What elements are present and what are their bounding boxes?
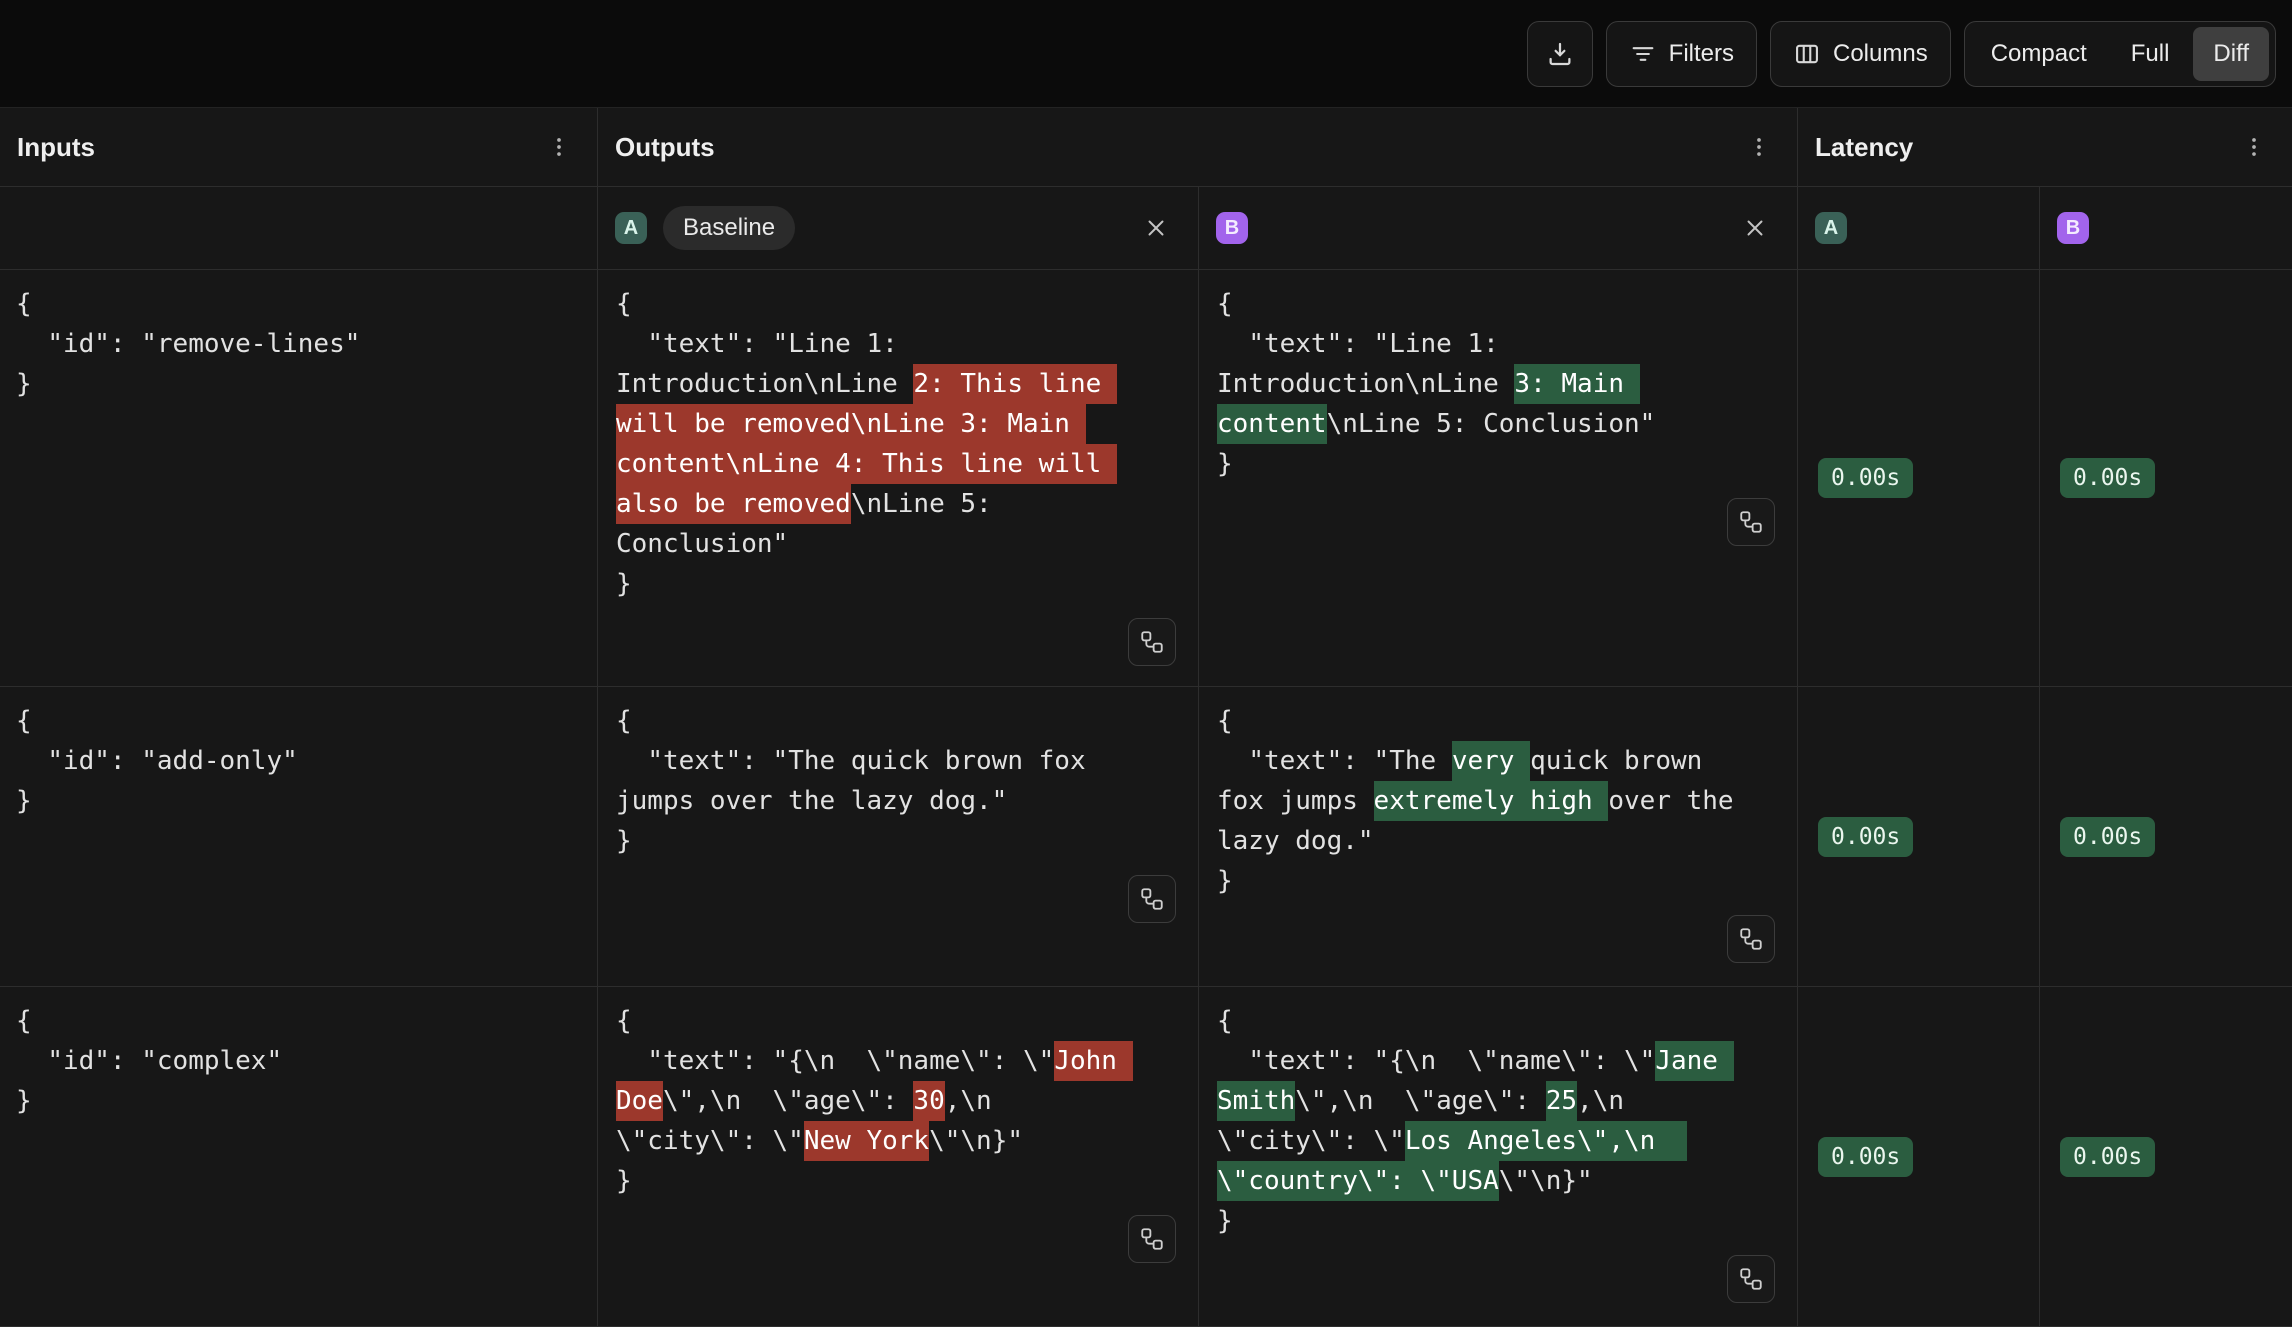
results-table: Inputs Outputs Latency <box>0 108 2292 1327</box>
filters-label: Filters <box>1669 40 1734 68</box>
latency-title: Latency <box>1815 132 1913 163</box>
input-json: { "id": "complex" } <box>16 1001 553 1121</box>
output-cell-b[interactable]: { "text": "{\n \"name\": \"Jane Smith\",… <box>1199 987 1798 1327</box>
output-json-diff: { "text": "Line 1: Introduction\nLine 3:… <box>1217 284 1754 484</box>
column-header-inputs: Inputs <box>0 108 598 187</box>
columns-label: Columns <box>1833 40 1928 68</box>
experiment-header-b: B <box>1199 187 1798 270</box>
latency-cell-a: 0.00s <box>1798 987 2040 1327</box>
input-cell[interactable]: { "id": "complex" } <box>0 987 598 1327</box>
outputs-title: Outputs <box>615 132 715 163</box>
input-cell[interactable]: { "id": "remove-lines" } <box>0 270 598 687</box>
trace-button[interactable] <box>1128 875 1176 923</box>
output-json-diff: { "text": "{\n \"name\": \"John Doe\",\n… <box>616 1001 1153 1201</box>
view-mode-switcher: Compact Full Diff <box>1964 21 2276 87</box>
latency-value: 0.00s <box>2060 817 2155 857</box>
output-cell-baseline[interactable]: { "text": "The quick brown fox jumps ove… <box>598 687 1199 987</box>
output-cell-b[interactable]: { "text": "Line 1: Introduction\nLine 3:… <box>1199 270 1798 687</box>
experiment-header-baseline: A Baseline <box>598 187 1199 270</box>
output-json-diff: { "text": "Line 1: Introduction\nLine 2:… <box>616 284 1153 604</box>
close-baseline-column-button[interactable] <box>1138 210 1174 246</box>
view-mode-compact[interactable]: Compact <box>1971 27 2107 81</box>
kebab-icon <box>2241 134 2267 160</box>
trace-button[interactable] <box>1128 1215 1176 1263</box>
column-header-outputs: Outputs <box>598 108 1798 187</box>
latency-cell-b: 0.00s <box>2040 270 2292 687</box>
output-cell-baseline[interactable]: { "text": "{\n \"name\": \"John Doe\",\n… <box>598 987 1199 1327</box>
output-cell-baseline[interactable]: { "text": "Line 1: Introduction\nLine 2:… <box>598 270 1199 687</box>
kebab-icon <box>1746 134 1772 160</box>
column-header-latency: Latency <box>1798 108 2292 187</box>
close-b-column-button[interactable] <box>1737 210 1773 246</box>
close-icon <box>1143 215 1169 241</box>
download-button[interactable] <box>1527 21 1593 87</box>
kebab-icon <box>546 134 572 160</box>
trace-icon <box>1139 886 1165 912</box>
filter-icon <box>1629 40 1657 68</box>
latency-menu-button[interactable] <box>2236 129 2272 165</box>
latency-value: 0.00s <box>1818 1137 1913 1177</box>
download-icon <box>1545 39 1575 69</box>
latency-badge-b: B <box>2057 212 2089 244</box>
output-json-diff: { "text": "The quick brown fox jumps ove… <box>616 701 1153 861</box>
latency-value: 0.00s <box>2060 1137 2155 1177</box>
view-mode-diff[interactable]: Diff <box>2193 27 2269 81</box>
close-icon <box>1742 215 1768 241</box>
trace-icon <box>1139 629 1165 655</box>
experiment-label-baseline: Baseline <box>663 206 795 250</box>
filters-button[interactable]: Filters <box>1606 21 1757 87</box>
input-json: { "id": "remove-lines" } <box>16 284 553 404</box>
latency-cell-a: 0.00s <box>1798 687 2040 987</box>
experiment-header-spacer <box>0 187 598 270</box>
latency-value: 0.00s <box>2060 458 2155 498</box>
inputs-title: Inputs <box>17 132 95 163</box>
latency-header-a: A <box>1798 187 2040 270</box>
output-json-diff: { "text": "The very quick brown fox jump… <box>1217 701 1754 901</box>
latency-badge-a: A <box>1815 212 1847 244</box>
latency-value: 0.00s <box>1818 458 1913 498</box>
outputs-menu-button[interactable] <box>1741 129 1777 165</box>
trace-icon <box>1738 1266 1764 1292</box>
latency-cell-a: 0.00s <box>1798 270 2040 687</box>
output-json-diff: { "text": "{\n \"name\": \"Jane Smith\",… <box>1217 1001 1754 1241</box>
inputs-menu-button[interactable] <box>541 129 577 165</box>
trace-icon <box>1738 509 1764 535</box>
trace-button[interactable] <box>1727 498 1775 546</box>
latency-value: 0.00s <box>1818 817 1913 857</box>
columns-button[interactable]: Columns <box>1770 21 1951 87</box>
trace-icon <box>1139 1226 1165 1252</box>
output-cell-b[interactable]: { "text": "The very quick brown fox jump… <box>1199 687 1798 987</box>
trace-button[interactable] <box>1727 1255 1775 1303</box>
latency-header-b: B <box>2040 187 2292 270</box>
trace-button[interactable] <box>1128 618 1176 666</box>
trace-icon <box>1738 926 1764 952</box>
experiment-badge-a: A <box>615 212 647 244</box>
experiment-badge-b: B <box>1216 212 1248 244</box>
app-root: Filters Columns Compact Full Diff Inputs <box>0 0 2292 1327</box>
view-mode-full[interactable]: Full <box>2111 27 2190 81</box>
input-cell[interactable]: { "id": "add-only" } <box>0 687 598 987</box>
latency-cell-b: 0.00s <box>2040 687 2292 987</box>
toolbar: Filters Columns Compact Full Diff <box>0 0 2292 108</box>
trace-button[interactable] <box>1727 915 1775 963</box>
latency-cell-b: 0.00s <box>2040 987 2292 1327</box>
input-json: { "id": "add-only" } <box>16 701 553 821</box>
columns-icon <box>1793 40 1821 68</box>
